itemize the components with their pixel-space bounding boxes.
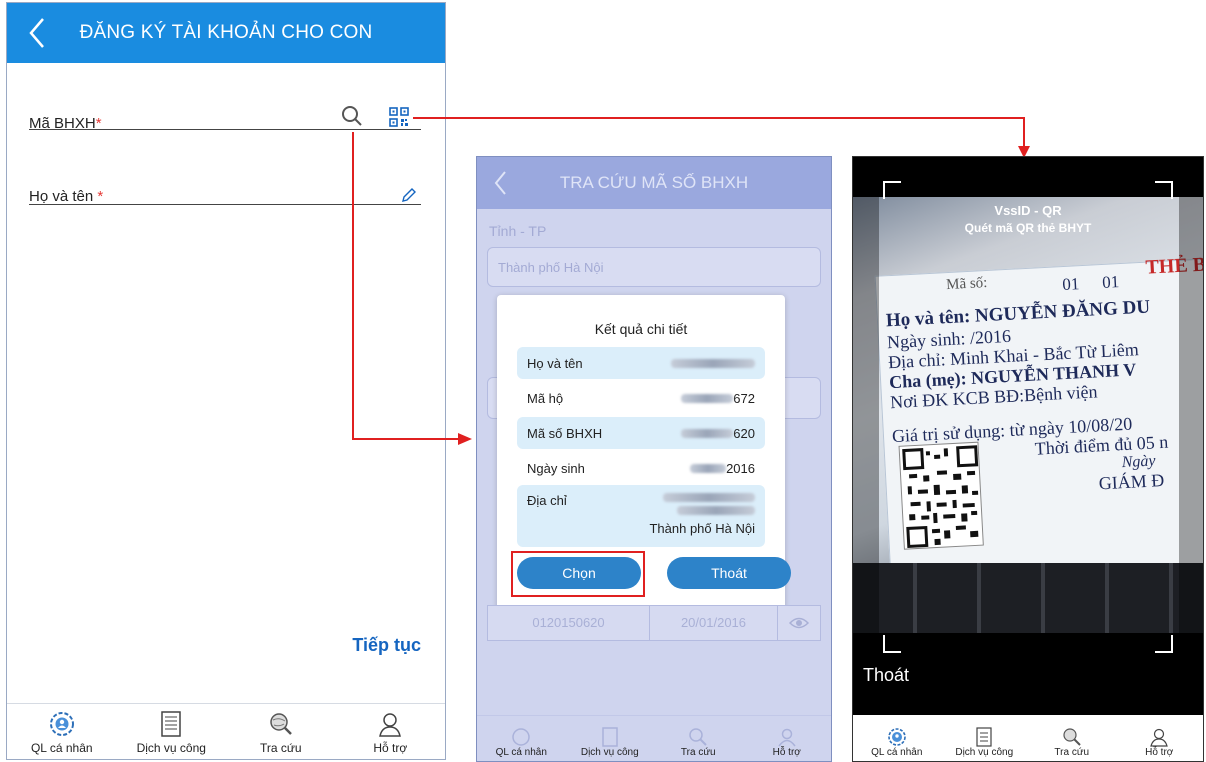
header-bar: TRA CỨU MÃ SỐ BHXH bbox=[477, 157, 831, 209]
row-label: Mã hộ bbox=[527, 390, 564, 406]
scanner-title: VssID - QR bbox=[994, 203, 1062, 218]
row-value: Thành phố Hà Nội bbox=[649, 493, 755, 536]
cell-date: 20/01/2016 bbox=[650, 606, 778, 640]
detail-row-fullname: Họ và tên bbox=[517, 347, 765, 379]
card-text: Họ và tên: NGUYỄN ĐĂNG DU bbox=[885, 296, 1151, 332]
qr-code-image bbox=[898, 441, 984, 550]
person-gear-icon bbox=[512, 728, 530, 746]
highlight-box bbox=[511, 551, 645, 597]
cell-code: 0120150620 bbox=[488, 606, 650, 640]
tab-public-services[interactable]: Dịch vụ công bbox=[941, 715, 1029, 761]
row-value: 2016 bbox=[690, 461, 755, 476]
row-label: Họ và tên bbox=[527, 355, 583, 371]
bottom-tab-bar: QL cá nhân Dịch vụ công Tra cứu Hỗ trợ bbox=[853, 715, 1203, 761]
bottom-tab-bar: QL cá nhân Dịch vụ công Tra cứu Hỗ trợ bbox=[477, 715, 831, 761]
document-icon bbox=[976, 727, 992, 747]
detail-row-birthdate: Ngày sinh 2016 bbox=[517, 452, 765, 484]
globe-search-icon bbox=[1063, 728, 1081, 746]
row-label: Ngày sinh bbox=[527, 460, 585, 476]
province-select[interactable]: Thành phố Hà Nội bbox=[487, 247, 821, 287]
tab-support[interactable]: Hỗ trợ bbox=[743, 716, 832, 761]
document-icon bbox=[602, 727, 618, 747]
card-text: Ngày bbox=[1121, 452, 1156, 472]
scan-frame-corner bbox=[1155, 181, 1173, 199]
card-text: 01 bbox=[1101, 272, 1120, 292]
province-value: Thành phố Hà Nội bbox=[498, 260, 604, 275]
page-title: TRA CỨU MÃ SỐ BHXH bbox=[559, 173, 749, 192]
scan-frame-corner bbox=[883, 181, 901, 199]
redacted-value bbox=[671, 358, 755, 368]
detail-result-dialog: Kết quả chi tiết Họ và tên Mã hộ 672 Mã … bbox=[497, 295, 791, 613]
tab-public-services[interactable]: Dịch vụ công bbox=[566, 716, 655, 761]
row-label: Mã số BHXH bbox=[527, 425, 603, 441]
exit-button[interactable]: Thoát bbox=[667, 557, 791, 589]
tab-support[interactable]: Hỗ trợ bbox=[1116, 715, 1204, 761]
support-person-icon bbox=[1150, 728, 1169, 747]
dialog-title: Kết quả chi tiết bbox=[594, 321, 688, 337]
exit-button[interactable]: Thoát bbox=[863, 665, 909, 686]
keyboard-background bbox=[853, 563, 1203, 633]
tab-personal[interactable]: QL cá nhân bbox=[853, 715, 941, 761]
tab-lookup[interactable]: Tra cứu bbox=[654, 716, 743, 761]
person-gear-icon bbox=[887, 728, 906, 746]
globe-search-icon bbox=[689, 728, 707, 746]
scan-frame-corner bbox=[1155, 635, 1173, 653]
detail-row-household-code: Mã hộ 672 bbox=[517, 382, 765, 414]
row-label: Địa chỉ bbox=[527, 493, 567, 508]
qr-scan-screen: Mã số: THẺ BẢ 01 01 Họ và tên: NGUYỄN ĐĂ… bbox=[852, 156, 1204, 762]
eye-icon[interactable] bbox=[789, 616, 809, 630]
tab-lookup[interactable]: Tra cứu bbox=[1028, 715, 1116, 761]
health-insurance-card-photo: Mã số: THẺ BẢ 01 01 Họ và tên: NGUYỄN ĐĂ… bbox=[874, 253, 1203, 606]
camera-view: Mã số: THẺ BẢ 01 01 Họ và tên: NGUYỄN ĐĂ… bbox=[853, 197, 1203, 633]
detail-row-address: Địa chỉ Thành phố Hà Nội bbox=[517, 485, 765, 547]
card-text: GIÁM Đ bbox=[1098, 469, 1165, 494]
province-label: Tỉnh - TP bbox=[489, 223, 547, 239]
scanner-subtitle: Quét mã QR thẻ BHYT bbox=[964, 221, 1092, 235]
support-person-icon bbox=[778, 728, 796, 747]
back-arrow-icon[interactable] bbox=[491, 169, 511, 197]
card-text: Mã số: bbox=[945, 274, 988, 294]
bhxh-lookup-screen: TRA CỨU MÃ SỐ BHXH Tỉnh - TP Thành phố H… bbox=[476, 156, 832, 762]
tab-personal[interactable]: QL cá nhân bbox=[477, 716, 566, 761]
table-row[interactable]: 0120150620 20/01/2016 bbox=[487, 605, 821, 641]
row-value: 620 bbox=[681, 426, 755, 441]
row-value: 672 bbox=[681, 391, 755, 406]
detail-row-bhxh-code: Mã số BHXH 620 bbox=[517, 417, 765, 449]
scan-frame-corner bbox=[883, 635, 901, 653]
card-text: 01 bbox=[1061, 274, 1080, 295]
